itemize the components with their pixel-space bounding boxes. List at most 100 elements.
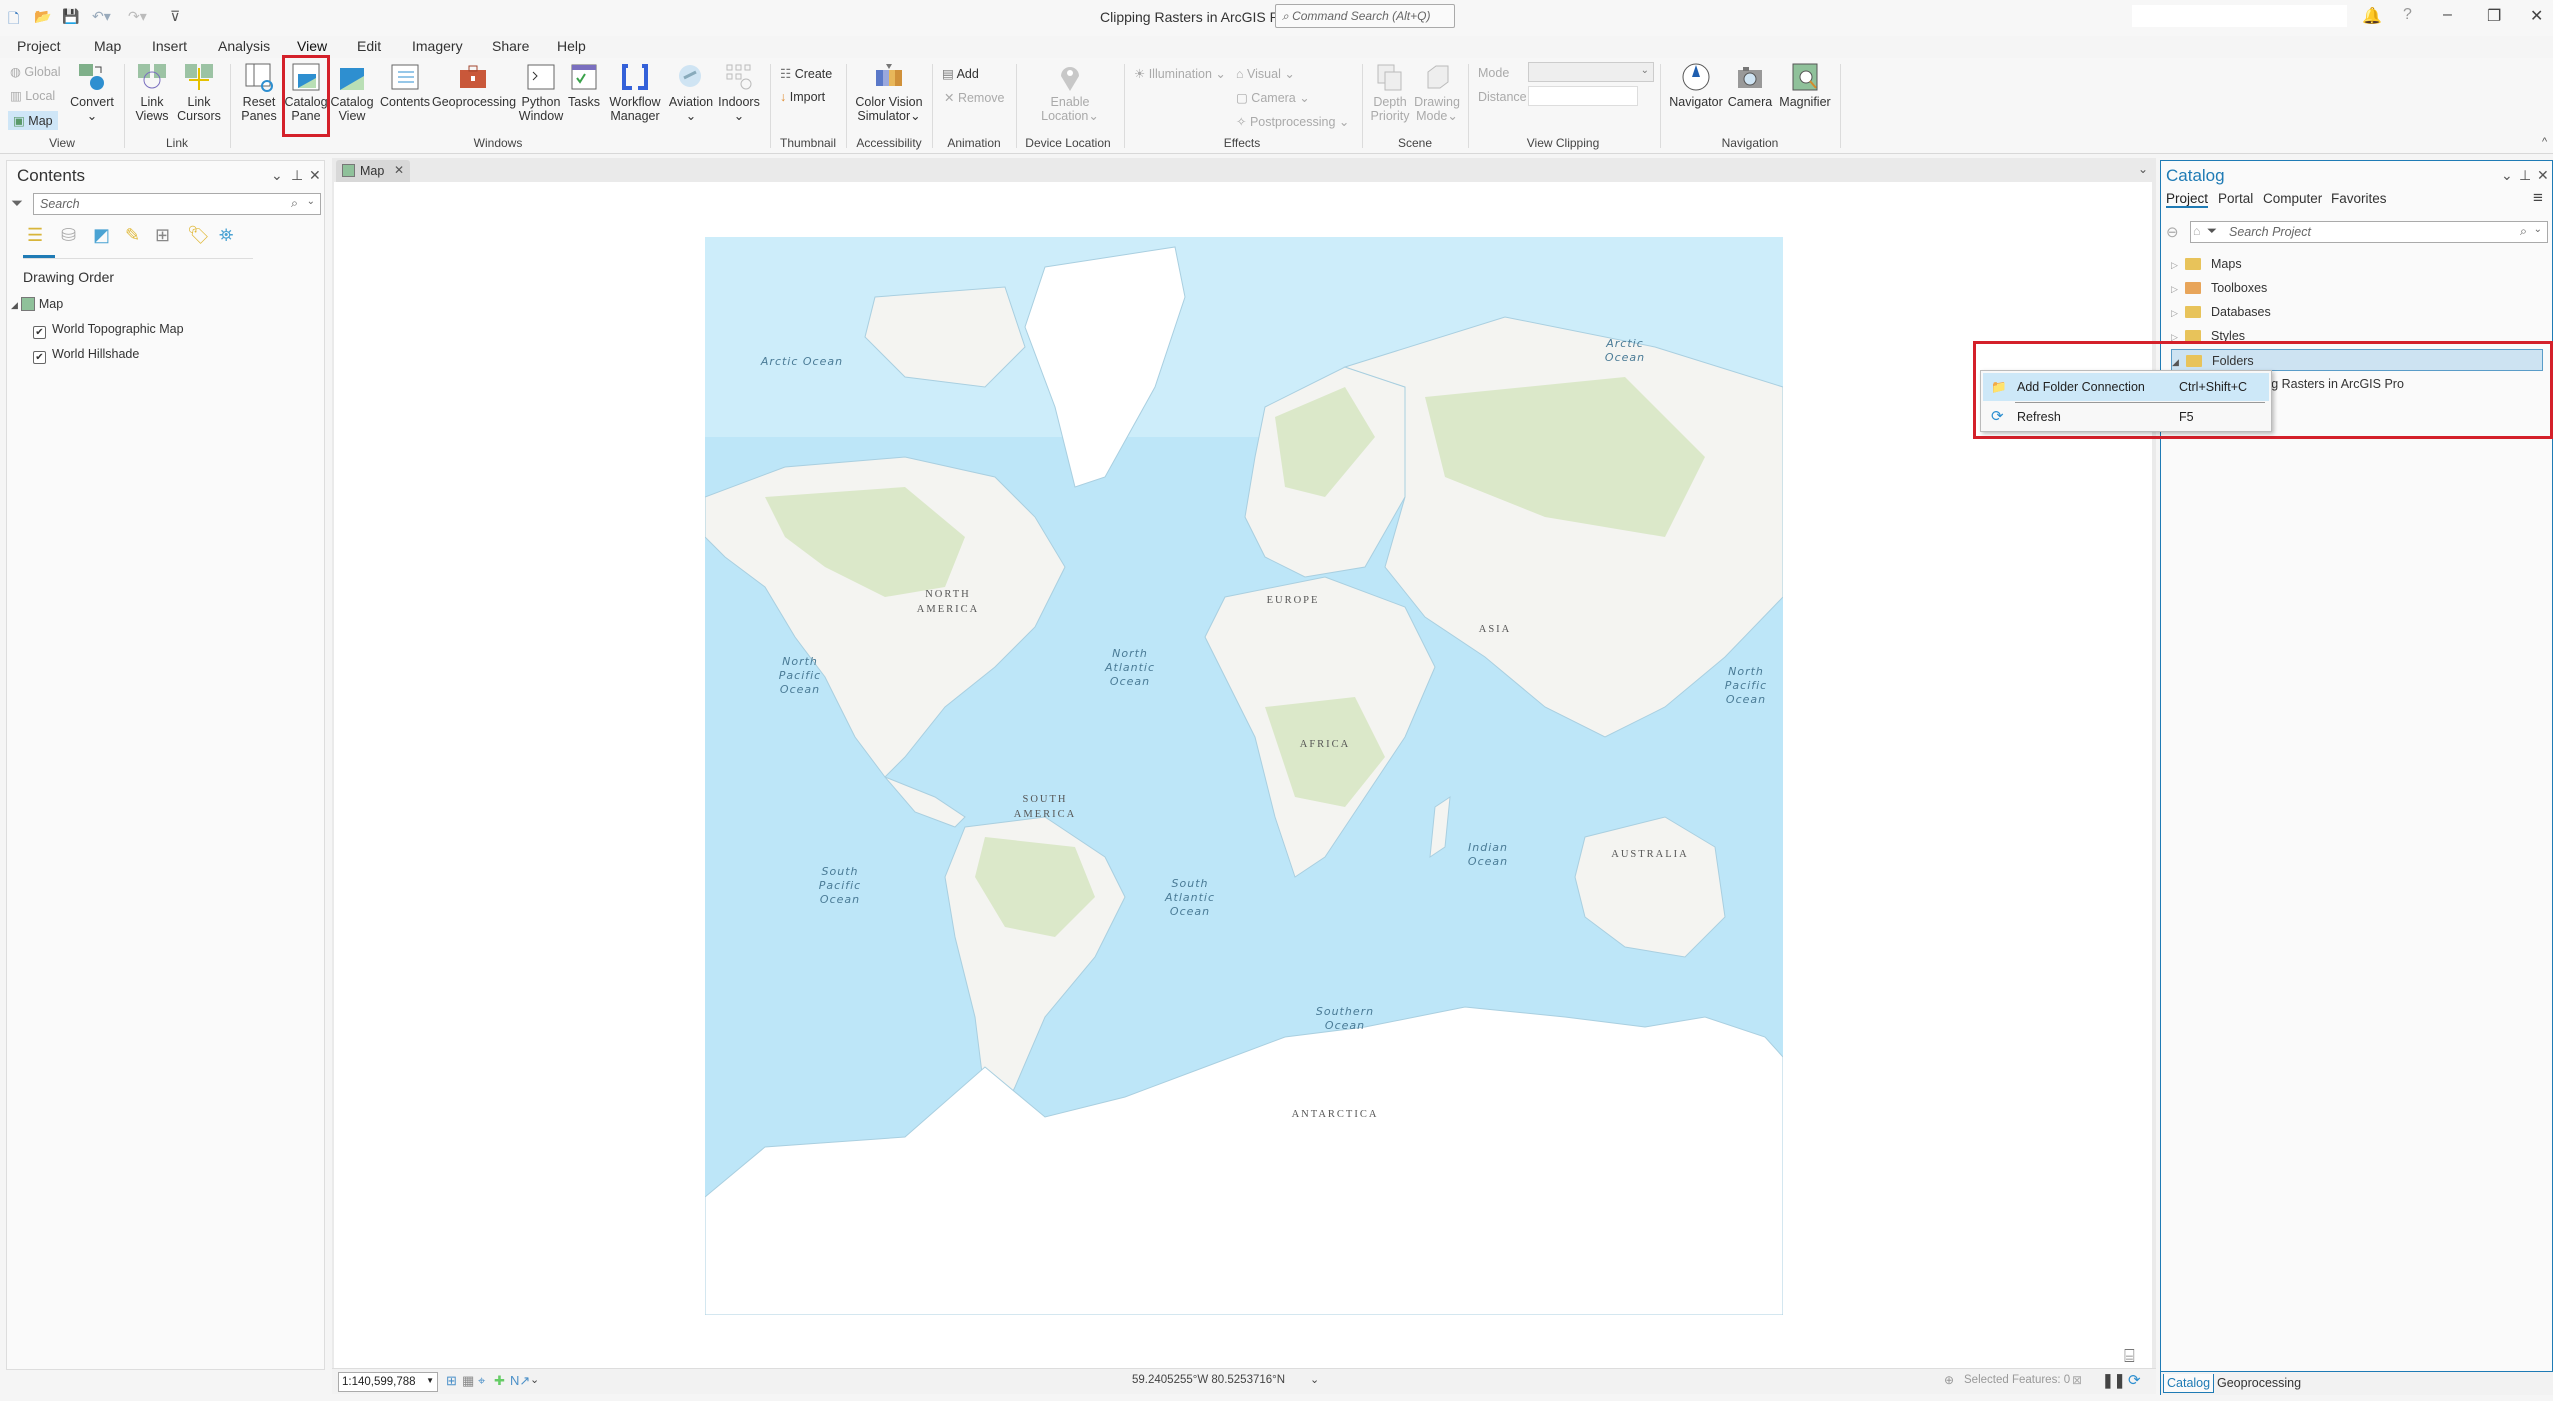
expand-triangle-icon[interactable]: ▷	[2171, 278, 2179, 300]
list-by-selection-icon[interactable]: ◩	[93, 225, 110, 246]
constraint-icon[interactable]: ✚	[494, 1373, 505, 1389]
collapse-ribbon-icon[interactable]: ^	[2542, 136, 2547, 148]
fixed-zoom-icon[interactable]: ⊞	[446, 1373, 457, 1389]
world-basemap[interactable]: Arctic Ocean Arctic Ocean NORTH AMERICA …	[705, 237, 1783, 1315]
navigator-button[interactable]: Navigator	[1668, 62, 1724, 109]
user-sign-in[interactable]	[2132, 5, 2347, 27]
list-by-source-icon[interactable]: ⛁	[61, 225, 76, 246]
pane-options-icon[interactable]: ⌄	[271, 167, 283, 184]
north-arrow-icon[interactable]: N↗	[510, 1373, 530, 1389]
mode-dropdown[interactable]: ⌄	[1528, 62, 1654, 82]
expand-triangle-icon[interactable]: ▷	[2171, 302, 2179, 324]
tab-insert[interactable]: Insert	[152, 38, 187, 54]
close-window-button[interactable]: ✕	[2530, 6, 2543, 26]
workflow-manager-button[interactable]: Workflow Manager	[604, 62, 666, 123]
grid-icon[interactable]: ▦	[462, 1373, 474, 1389]
map-node[interactable]: ◢ Map	[11, 297, 63, 311]
illumination-dropdown[interactable]: ☀ Illumination ⌄	[1134, 66, 1226, 81]
camera-effects-dropdown[interactable]: ▢ Camera ⌄	[1236, 90, 1310, 105]
restore-button[interactable]: ❐	[2487, 6, 2501, 26]
visual-dropdown[interactable]: ⌂ Visual ⌄	[1236, 66, 1295, 81]
map-scale-dropdown[interactable]: 1:140,599,788 ▼	[338, 1372, 438, 1392]
catalog-item-databases[interactable]: ▷ Databases	[2171, 301, 2271, 323]
tab-analysis[interactable]: Analysis	[218, 38, 270, 54]
map-tab[interactable]: Map ✕	[336, 160, 410, 182]
filter-selection-icon[interactable]: ⊠	[2072, 1373, 2082, 1387]
tab-help[interactable]: Help	[557, 38, 586, 54]
help-icon[interactable]: ?	[2403, 6, 2412, 24]
tab-share[interactable]: Share	[492, 38, 529, 54]
customize-qat-icon[interactable]: ⊽	[170, 8, 180, 25]
list-by-perspective-icon[interactable]: ⛯	[219, 225, 233, 246]
distance-input[interactable]	[1528, 86, 1638, 106]
catalog-tab-project[interactable]: Project	[2166, 191, 2209, 208]
zoom-to-selection-icon[interactable]: ⊕	[1944, 1373, 1954, 1387]
close-pane-icon[interactable]: ✕	[309, 167, 321, 184]
command-search-input[interactable]: ⌕ Command Search (Alt+Q)	[1275, 4, 1455, 28]
refresh-icon[interactable]: ⟳	[2128, 1371, 2141, 1389]
chevron-down-icon[interactable]: ⌄	[530, 1373, 539, 1386]
open-project-icon[interactable]: 📂	[34, 8, 51, 25]
global-button[interactable]: ◍ Global	[10, 64, 61, 79]
magnifier-button[interactable]: Magnifier	[1776, 62, 1834, 109]
catalog-search-input[interactable]: ⌂ ⏷ Search Project ⌕ ⌄	[2190, 221, 2548, 243]
filter-icon[interactable]: ⏷	[11, 195, 23, 212]
pin-icon[interactable]: ⊥	[291, 167, 303, 184]
import-thumbnail-button[interactable]: ↓ Import	[780, 90, 825, 104]
layer-row[interactable]: ✔ World Hillshade	[33, 347, 139, 364]
catalog-tab-favorites[interactable]: Favorites	[2331, 191, 2387, 206]
link-views-button[interactable]: Link Views	[132, 62, 172, 123]
redo-icon[interactable]: ↷▾	[128, 8, 147, 25]
tab-imagery[interactable]: Imagery	[412, 38, 463, 54]
filter-icon[interactable]: ⏷	[2207, 224, 2217, 239]
contents-search-input[interactable]: Search ⌕ ⌄	[33, 193, 321, 215]
remove-animation-button[interactable]: ✕ Remove	[944, 90, 1005, 105]
convert-button[interactable]: Convert ⌄	[68, 62, 116, 123]
catalog-view-button[interactable]: Catalog View	[330, 62, 374, 123]
tab-project[interactable]: Project	[17, 38, 61, 54]
tab-map[interactable]: Map	[94, 38, 121, 54]
indoors-button[interactable]: Indoors ⌄	[716, 62, 762, 123]
map-canvas[interactable]: Arctic Ocean Arctic Ocean NORTH AMERICA …	[334, 182, 2152, 1370]
camera-button[interactable]: Camera	[1726, 62, 1774, 109]
notifications-icon[interactable]: 🔔	[2362, 6, 2382, 26]
layer-visibility-checkbox[interactable]: ✔	[33, 351, 46, 364]
catalog-tab-computer[interactable]: Computer	[2263, 191, 2322, 206]
depth-priority-button[interactable]: Depth Priority	[1368, 62, 1412, 123]
hamburger-menu-icon[interactable]: ≡	[2533, 188, 2543, 208]
snapping-icon[interactable]: ⌖	[478, 1373, 485, 1389]
menu-item-add-folder-connection[interactable]: 📁 Add Folder Connection Ctrl+Shift+C	[1983, 373, 2269, 401]
catalog-item-toolboxes[interactable]: ▷ Toolboxes	[2171, 277, 2267, 299]
coordinate-format-chevron[interactable]: ⌄	[1310, 1373, 1319, 1386]
add-animation-button[interactable]: ▤ Add	[942, 66, 979, 81]
postprocessing-dropdown[interactable]: ✧ Postprocessing ⌄	[1236, 114, 1349, 129]
save-project-icon[interactable]: 💾	[62, 8, 79, 25]
pane-options-icon[interactable]: ⌄	[2501, 167, 2513, 184]
python-window-button[interactable]: Python Window	[518, 62, 564, 123]
bottom-tab-geoprocessing[interactable]: Geoprocessing	[2217, 1376, 2301, 1390]
create-thumbnail-button[interactable]: ☷ Create	[780, 66, 832, 81]
catalog-tab-portal[interactable]: Portal	[2218, 191, 2253, 206]
layer-row[interactable]: ✔ World Topographic Map	[33, 322, 184, 339]
expand-triangle-icon[interactable]: ◢	[11, 300, 18, 310]
pause-drawing-icon[interactable]: ❚❚	[2102, 1372, 2125, 1389]
home-icon[interactable]: ⌂	[2193, 224, 2201, 238]
catalog-item-maps[interactable]: ▷ Maps	[2171, 253, 2242, 275]
menu-item-refresh[interactable]: ⟳ Refresh F5	[1983, 403, 2269, 431]
tab-list-chevron-icon[interactable]: ⌄	[2138, 162, 2148, 176]
local-button[interactable]: ▥ Local	[10, 88, 55, 103]
tasks-button[interactable]: Tasks	[566, 62, 602, 109]
new-project-icon[interactable]: 🗋	[8, 8, 19, 32]
bottom-tab-catalog[interactable]: Catalog	[2163, 1374, 2215, 1393]
back-icon[interactable]: ⊖	[2166, 223, 2179, 241]
color-vision-simulator-button[interactable]: Color Vision Simulator⌄	[852, 62, 926, 123]
list-by-labeling-icon[interactable]: 🏷	[187, 225, 210, 246]
list-by-snapping-icon[interactable]: ⊞	[155, 225, 170, 246]
tab-edit[interactable]: Edit	[357, 38, 381, 54]
layer-visibility-checkbox[interactable]: ✔	[33, 326, 46, 339]
close-pane-icon[interactable]: ✕	[2537, 167, 2549, 184]
aviation-button[interactable]: Aviation ⌄	[668, 62, 714, 123]
list-by-editing-icon[interactable]: ✎	[125, 225, 140, 246]
expand-triangle-icon[interactable]: ▷	[2171, 254, 2179, 276]
drawing-mode-button[interactable]: Drawing Mode⌄	[1414, 62, 1460, 123]
